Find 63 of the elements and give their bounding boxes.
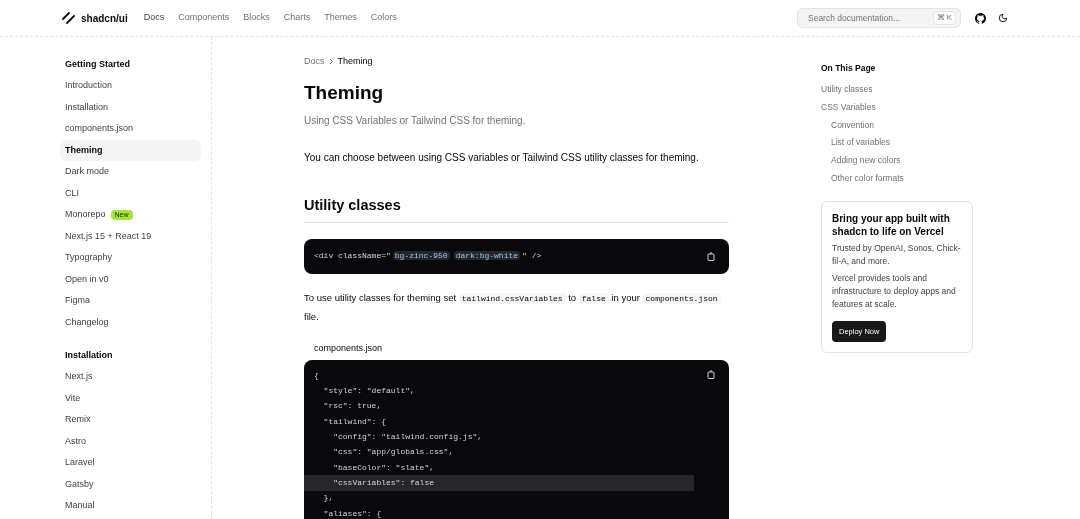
nav-link[interactable]: Themes bbox=[324, 11, 357, 25]
toc-link[interactable]: Convention bbox=[821, 116, 973, 134]
sidebar-item[interactable]: Figma bbox=[60, 290, 201, 312]
sidebar-item[interactable]: Astro bbox=[60, 430, 201, 452]
sidebar-item[interactable]: Dark mode bbox=[60, 161, 201, 183]
sidebar-item[interactable]: components.json bbox=[60, 118, 201, 140]
sidebar-item[interactable]: Installation bbox=[60, 96, 201, 118]
toc-link[interactable]: Utility classes bbox=[821, 80, 973, 99]
sidebar-item[interactable]: Gatsby bbox=[60, 473, 201, 495]
sidebar-item[interactable]: Changelog bbox=[60, 311, 201, 333]
code-line: "css": "app/globals.css", bbox=[332, 446, 455, 459]
nav-link[interactable]: Blocks bbox=[243, 11, 270, 25]
sidebar-item[interactable]: Next.js 15 + React 19 bbox=[60, 225, 201, 247]
toc-link[interactable]: List of variables bbox=[821, 133, 973, 152]
file-name: components.json bbox=[314, 341, 384, 355]
toc-link[interactable]: Adding new colors bbox=[821, 151, 973, 170]
code-line: "rsc": true, bbox=[322, 400, 383, 413]
ad-text: Trusted by OpenAI, Sonos, Chick-fil-A, and more. bbox=[832, 241, 962, 268]
sidebar-item[interactable]: Theming bbox=[60, 139, 201, 161]
nav-link[interactable]: Colors bbox=[370, 11, 397, 25]
sidebar-item[interactable]: Open in v0 bbox=[60, 268, 201, 290]
code-line: "config": "tailwind.config.js", bbox=[332, 431, 484, 444]
sidebar-item[interactable]: CLI bbox=[60, 182, 201, 204]
section-title: Utility classes bbox=[304, 195, 729, 223]
moon-icon[interactable] bbox=[998, 13, 1008, 23]
sidebar-item[interactable]: Typography bbox=[60, 247, 201, 269]
site-logo[interactable]: shadcn/ui bbox=[81, 10, 128, 26]
toc-link[interactable]: CSS Variables bbox=[821, 98, 973, 117]
sidebar-item[interactable]: Remix bbox=[60, 409, 201, 431]
body-text: To use utility classes for theming set tailwind.cssVariables to false in your components.json file. bbox=[304, 288, 729, 326]
sidebar-item[interactable]: Next.js bbox=[60, 366, 201, 388]
code-line: "tailwind": { bbox=[322, 415, 387, 428]
ad-text: Vercel provides tools and infrastructure to deploy apps and features at scale. bbox=[832, 271, 957, 311]
code-line: "aliases": { bbox=[322, 507, 383, 519]
sidebar-heading: Getting Started bbox=[64, 58, 131, 72]
code-block: <div className=" bg-zinc-950 dark:bg-white " /> bbox=[304, 238, 729, 274]
code-line: { bbox=[313, 369, 320, 382]
sidebar-item[interactable]: Laravel bbox=[60, 452, 201, 474]
code-line: }, bbox=[322, 492, 335, 505]
page-title: Theming bbox=[304, 80, 385, 105]
nav-link[interactable]: Components bbox=[178, 11, 230, 25]
toc-link[interactable]: Other color formats bbox=[821, 169, 973, 187]
search-field[interactable]: Search documentation... ⌘ K bbox=[797, 8, 961, 28]
breadcrumb-link[interactable]: Theming bbox=[337, 55, 373, 69]
page-subtitle: Using CSS Variables or Tailwind CSS for theming. bbox=[304, 114, 527, 128]
nav-link[interactable]: Docs bbox=[143, 11, 165, 25]
chevron-icon bbox=[328, 58, 334, 66]
nav-link[interactable]: Charts bbox=[283, 11, 311, 25]
code-line: "style": "default", bbox=[322, 385, 416, 398]
ad-title: Bring your app built with shadcn to life on Vercel bbox=[832, 211, 951, 238]
shortcut-key: ⌘ K bbox=[932, 11, 956, 25]
intro-text: You can choose between using CSS variables or Tailwind CSS utility classes for theming. bbox=[304, 151, 700, 165]
breadcrumb-link[interactable]: Docs bbox=[304, 55, 325, 69]
sidebar-heading: Installation bbox=[64, 349, 114, 363]
code-line: "baseColor": "slate", bbox=[332, 461, 436, 474]
toc-heading: On This Page bbox=[821, 62, 877, 75]
copy-icon[interactable] bbox=[707, 251, 715, 261]
sidebar-item[interactable]: Manual bbox=[60, 495, 201, 517]
sidebar-item[interactable]: Vite bbox=[60, 387, 201, 409]
sidebar-item[interactable]: Introduction bbox=[60, 75, 201, 97]
copy-icon[interactable] bbox=[707, 370, 715, 380]
logo-icon[interactable] bbox=[62, 12, 75, 24]
github-icon[interactable] bbox=[975, 12, 986, 24]
